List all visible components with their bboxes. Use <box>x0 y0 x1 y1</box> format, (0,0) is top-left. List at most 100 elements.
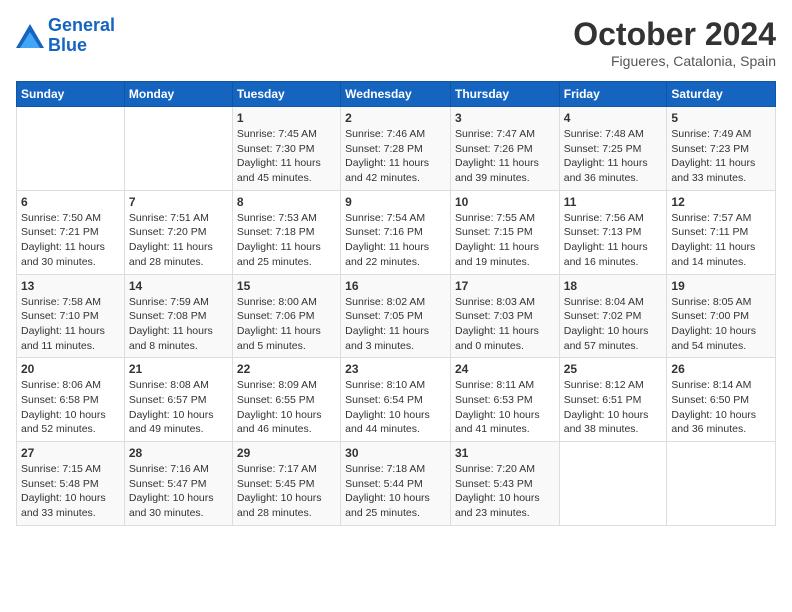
day-info: Sunrise: 8:04 AM Sunset: 7:02 PM Dayligh… <box>564 295 663 354</box>
day-info: Sunrise: 8:14 AM Sunset: 6:50 PM Dayligh… <box>671 378 771 437</box>
day-info: Sunrise: 7:49 AM Sunset: 7:23 PM Dayligh… <box>671 127 771 186</box>
day-info: Sunrise: 7:59 AM Sunset: 7:08 PM Dayligh… <box>129 295 228 354</box>
day-number: 24 <box>455 362 555 376</box>
day-info: Sunrise: 7:50 AM Sunset: 7:21 PM Dayligh… <box>21 211 120 270</box>
day-info: Sunrise: 7:51 AM Sunset: 7:20 PM Dayligh… <box>129 211 228 270</box>
week-row-3: 13Sunrise: 7:58 AM Sunset: 7:10 PM Dayli… <box>17 274 776 358</box>
day-number: 30 <box>345 446 446 460</box>
day-cell: 29Sunrise: 7:17 AM Sunset: 5:45 PM Dayli… <box>232 442 340 526</box>
day-cell: 15 Sunrise: 8:00 AM Sunset: 7:06 PM Dayli… <box>232 274 340 358</box>
day-number: 27 <box>21 446 120 460</box>
day-cell: 24 Sunrise: 8:11 AM Sunset: 6:53 PM Dayli… <box>450 358 559 442</box>
day-cell: 22 Sunrise: 8:09 AM Sunset: 6:55 PM Dayli… <box>232 358 340 442</box>
day-number: 13 <box>21 279 120 293</box>
header-saturday: Saturday <box>667 82 776 107</box>
day-number: 28 <box>129 446 228 460</box>
day-cell: 28 Sunrise: 7:16 AM Sunset: 5:47 PM Dayli… <box>124 442 232 526</box>
title-block: October 2024 Figueres, Catalonia, Spain <box>573 16 776 69</box>
day-info: Sunrise: 7:17 AM Sunset: 5:45 PM Dayligh… <box>237 462 336 521</box>
day-info: Sunrise: 7:20 AM Sunset: 5:43 PM Dayligh… <box>455 462 555 521</box>
day-cell: 17 Sunrise: 8:03 AM Sunset: 7:03 PM Dayli… <box>450 274 559 358</box>
day-cell: 26 Sunrise: 8:14 AM Sunset: 6:50 PM Dayli… <box>667 358 776 442</box>
header-thursday: Thursday <box>450 82 559 107</box>
day-number: 21 <box>129 362 228 376</box>
day-number: 26 <box>671 362 771 376</box>
day-cell: 31Sunrise: 7:20 AM Sunset: 5:43 PM Dayli… <box>450 442 559 526</box>
day-info: Sunrise: 8:02 AM Sunset: 7:05 PM Dayligh… <box>345 295 446 354</box>
day-cell: 5Sunrise: 7:49 AM Sunset: 7:23 PM Daylig… <box>667 107 776 191</box>
day-info: Sunrise: 7:15 AM Sunset: 5:48 PM Dayligh… <box>21 462 120 521</box>
day-cell: 8 Sunrise: 7:53 AM Sunset: 7:18 PM Daylig… <box>232 190 340 274</box>
logo-line2: Blue <box>48 35 87 55</box>
day-cell: 16 Sunrise: 8:02 AM Sunset: 7:05 PM Dayli… <box>341 274 451 358</box>
day-cell: 4 Sunrise: 7:48 AM Sunset: 7:25 PM Daylig… <box>559 107 667 191</box>
day-number: 20 <box>21 362 120 376</box>
day-info: Sunrise: 7:54 AM Sunset: 7:16 PM Dayligh… <box>345 211 446 270</box>
day-number: 6 <box>21 195 120 209</box>
day-cell <box>17 107 125 191</box>
day-info: Sunrise: 7:57 AM Sunset: 7:11 PM Dayligh… <box>671 211 771 270</box>
day-cell: 14 Sunrise: 7:59 AM Sunset: 7:08 PM Dayli… <box>124 274 232 358</box>
day-info: Sunrise: 8:12 AM Sunset: 6:51 PM Dayligh… <box>564 378 663 437</box>
day-info: Sunrise: 8:05 AM Sunset: 7:00 PM Dayligh… <box>671 295 771 354</box>
day-number: 4 <box>564 111 663 125</box>
day-info: Sunrise: 8:03 AM Sunset: 7:03 PM Dayligh… <box>455 295 555 354</box>
day-info: Sunrise: 8:10 AM Sunset: 6:54 PM Dayligh… <box>345 378 446 437</box>
day-cell: 10 Sunrise: 7:55 AM Sunset: 7:15 PM Dayli… <box>450 190 559 274</box>
day-number: 11 <box>564 195 663 209</box>
day-info: Sunrise: 8:09 AM Sunset: 6:55 PM Dayligh… <box>237 378 336 437</box>
logo: General Blue <box>16 16 115 56</box>
day-cell: 3 Sunrise: 7:47 AM Sunset: 7:26 PM Daylig… <box>450 107 559 191</box>
day-number: 18 <box>564 279 663 293</box>
day-number: 1 <box>237 111 336 125</box>
week-row-1: 1 Sunrise: 7:45 AM Sunset: 7:30 PM Daylig… <box>17 107 776 191</box>
day-number: 10 <box>455 195 555 209</box>
day-number: 14 <box>129 279 228 293</box>
header-sunday: Sunday <box>17 82 125 107</box>
day-number: 15 <box>237 279 336 293</box>
day-info: Sunrise: 7:18 AM Sunset: 5:44 PM Dayligh… <box>345 462 446 521</box>
day-cell: 11Sunrise: 7:56 AM Sunset: 7:13 PM Dayli… <box>559 190 667 274</box>
day-info: Sunrise: 7:47 AM Sunset: 7:26 PM Dayligh… <box>455 127 555 186</box>
calendar-table: SundayMondayTuesdayWednesdayThursdayFrid… <box>16 81 776 526</box>
day-cell: 9 Sunrise: 7:54 AM Sunset: 7:16 PM Daylig… <box>341 190 451 274</box>
day-cell: 18 Sunrise: 8:04 AM Sunset: 7:02 PM Dayli… <box>559 274 667 358</box>
page-header: General Blue October 2024 Figueres, Cata… <box>16 16 776 69</box>
header-wednesday: Wednesday <box>341 82 451 107</box>
day-cell <box>667 442 776 526</box>
day-cell: 13Sunrise: 7:58 AM Sunset: 7:10 PM Dayli… <box>17 274 125 358</box>
day-info: Sunrise: 7:16 AM Sunset: 5:47 PM Dayligh… <box>129 462 228 521</box>
day-cell: 1 Sunrise: 7:45 AM Sunset: 7:30 PM Daylig… <box>232 107 340 191</box>
day-number: 17 <box>455 279 555 293</box>
week-row-4: 20 Sunrise: 8:06 AM Sunset: 6:58 PM Dayli… <box>17 358 776 442</box>
day-info: Sunrise: 8:00 AM Sunset: 7:06 PM Dayligh… <box>237 295 336 354</box>
day-number: 3 <box>455 111 555 125</box>
day-cell <box>559 442 667 526</box>
day-info: Sunrise: 8:06 AM Sunset: 6:58 PM Dayligh… <box>21 378 120 437</box>
day-number: 9 <box>345 195 446 209</box>
day-cell: 20 Sunrise: 8:06 AM Sunset: 6:58 PM Dayli… <box>17 358 125 442</box>
header-tuesday: Tuesday <box>232 82 340 107</box>
day-number: 16 <box>345 279 446 293</box>
day-info: Sunrise: 7:45 AM Sunset: 7:30 PM Dayligh… <box>237 127 336 186</box>
day-info: Sunrise: 8:11 AM Sunset: 6:53 PM Dayligh… <box>455 378 555 437</box>
day-number: 23 <box>345 362 446 376</box>
location: Figueres, Catalonia, Spain <box>573 53 776 69</box>
day-cell: 12Sunrise: 7:57 AM Sunset: 7:11 PM Dayli… <box>667 190 776 274</box>
day-cell: 23 Sunrise: 8:10 AM Sunset: 6:54 PM Dayli… <box>341 358 451 442</box>
day-number: 2 <box>345 111 446 125</box>
month-title: October 2024 <box>573 16 776 53</box>
logo-line1: General <box>48 15 115 35</box>
day-info: Sunrise: 8:08 AM Sunset: 6:57 PM Dayligh… <box>129 378 228 437</box>
week-row-5: 27 Sunrise: 7:15 AM Sunset: 5:48 PM Dayli… <box>17 442 776 526</box>
day-cell: 27 Sunrise: 7:15 AM Sunset: 5:48 PM Dayli… <box>17 442 125 526</box>
day-info: Sunrise: 7:48 AM Sunset: 7:25 PM Dayligh… <box>564 127 663 186</box>
day-number: 19 <box>671 279 771 293</box>
day-info: Sunrise: 7:55 AM Sunset: 7:15 PM Dayligh… <box>455 211 555 270</box>
day-info: Sunrise: 7:53 AM Sunset: 7:18 PM Dayligh… <box>237 211 336 270</box>
day-cell <box>124 107 232 191</box>
day-cell: 7Sunrise: 7:51 AM Sunset: 7:20 PM Daylig… <box>124 190 232 274</box>
day-number: 25 <box>564 362 663 376</box>
day-number: 8 <box>237 195 336 209</box>
day-number: 22 <box>237 362 336 376</box>
